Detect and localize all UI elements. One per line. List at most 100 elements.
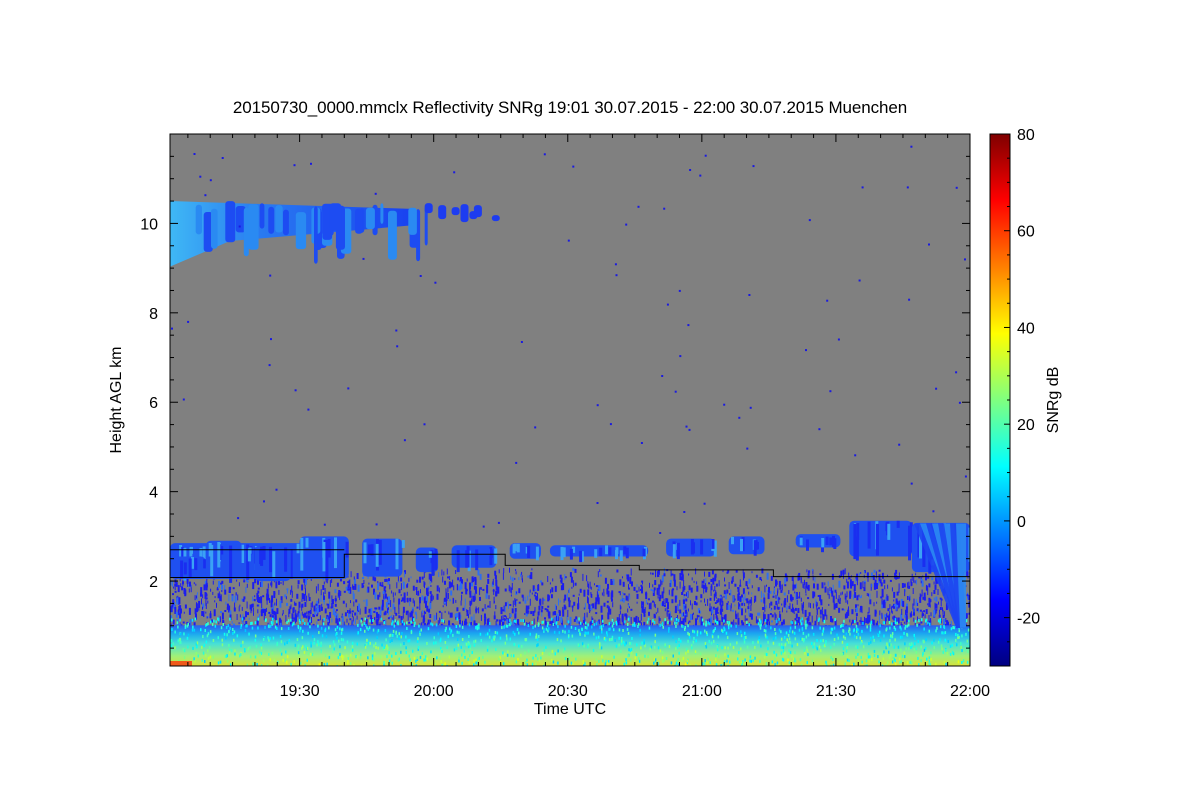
- clutter-speck: [616, 617, 619, 621]
- surface-speck: [364, 617, 366, 621]
- surface-speck: [183, 632, 185, 636]
- surface-speck: [726, 659, 728, 663]
- clutter-speck: [414, 611, 417, 615]
- clutter-speck: [407, 583, 409, 588]
- clutter-speck: [630, 617, 632, 624]
- clutter-speck: [560, 616, 563, 623]
- clutter-speck: [379, 615, 381, 619]
- noise-point: [749, 406, 752, 409]
- clutter-speck: [855, 613, 858, 617]
- clutter-speck: [503, 605, 505, 612]
- clutter-speck: [537, 593, 538, 598]
- clutter-speck: [630, 568, 632, 576]
- clutter-speck: [723, 590, 726, 595]
- surface-speck: [743, 640, 746, 644]
- surface-speck: [713, 629, 715, 633]
- surface-speck: [401, 620, 404, 624]
- surface-speck: [600, 646, 603, 650]
- surface-speck: [249, 646, 251, 650]
- clutter-speck: [445, 588, 447, 594]
- clutter-speck: [739, 606, 742, 610]
- clutter-speck: [562, 606, 564, 613]
- surface-speck: [568, 634, 570, 638]
- low-cloud-cell: [700, 539, 704, 555]
- clutter-speck: [206, 616, 208, 619]
- clutter-speck: [678, 603, 680, 610]
- clutter-speck: [301, 604, 303, 611]
- clutter-speck: [711, 608, 714, 614]
- surface-speck: [486, 648, 489, 652]
- clutter-speck: [413, 600, 415, 607]
- clutter-speck: [587, 597, 589, 605]
- surface-speck: [415, 659, 417, 663]
- clutter-speck: [416, 579, 419, 583]
- surface-speck: [339, 652, 341, 656]
- clutter-speck: [879, 579, 882, 584]
- clutter-speck: [353, 576, 355, 580]
- clutter-speck: [661, 580, 663, 585]
- clutter-speck: [256, 592, 259, 600]
- clutter-speck: [238, 582, 240, 587]
- surface-speck: [894, 621, 897, 625]
- clutter-speck: [250, 607, 252, 614]
- clutter-speck: [447, 576, 449, 579]
- clutter-speck: [548, 616, 551, 619]
- clutter-speck: [817, 607, 820, 610]
- clutter-speck: [280, 596, 283, 601]
- surface-speck: [229, 626, 231, 630]
- surface-speck: [725, 631, 728, 635]
- clutter-speck: [379, 609, 382, 616]
- clutter-speck: [386, 602, 388, 609]
- clutter-speck: [619, 591, 621, 596]
- clutter-speck: [811, 568, 813, 571]
- surface-speck: [504, 653, 506, 657]
- clutter-speck: [544, 608, 547, 611]
- clutter-speck: [638, 620, 641, 623]
- clutter-speck: [821, 607, 823, 611]
- surface-speck: [865, 659, 868, 663]
- y-tick-label: 10: [140, 216, 158, 233]
- clutter-speck: [564, 574, 566, 581]
- clutter-speck: [803, 601, 804, 608]
- surface-speck: [955, 638, 957, 642]
- surface-speck: [732, 646, 735, 649]
- noise-point: [375, 523, 378, 526]
- surface-speck: [773, 650, 775, 654]
- clutter-speck: [742, 572, 744, 577]
- surface-speck: [383, 660, 385, 664]
- surface-speck: [925, 618, 928, 622]
- clutter-speck: [412, 609, 414, 614]
- clutter-speck: [448, 611, 450, 615]
- clutter-speck: [245, 586, 247, 593]
- clutter-speck: [487, 618, 489, 625]
- clutter-speck: [722, 608, 724, 612]
- surface-speck: [707, 621, 709, 625]
- surface-speck: [612, 628, 615, 632]
- surface-speck: [394, 619, 396, 623]
- clutter-speck: [843, 585, 846, 590]
- clutter-speck: [443, 571, 445, 576]
- surface-speck: [361, 623, 363, 627]
- noise-point: [171, 327, 173, 330]
- surface-speck: [486, 632, 489, 636]
- clutter-speck: [905, 606, 908, 614]
- clutter-speck: [577, 603, 579, 609]
- clutter-speck: [786, 595, 788, 603]
- surface-speck: [936, 626, 938, 630]
- surface-speck: [801, 617, 803, 621]
- low-cloud-cell: [378, 539, 382, 565]
- noise-point: [269, 274, 272, 277]
- clutter-speck: [778, 596, 780, 604]
- clutter-speck: [468, 614, 469, 619]
- y-tick-label: 4: [149, 485, 158, 502]
- surface-speck: [800, 637, 802, 641]
- surface-speck: [829, 645, 832, 649]
- low-cloud-cell: [676, 542, 680, 560]
- surface-speck: [780, 645, 783, 649]
- clutter-speck: [438, 587, 440, 593]
- clutter-speck: [707, 598, 709, 606]
- clutter-speck: [331, 578, 333, 583]
- surface-speck: [518, 644, 520, 648]
- clutter-speck: [835, 592, 837, 599]
- surface-speck: [867, 652, 870, 656]
